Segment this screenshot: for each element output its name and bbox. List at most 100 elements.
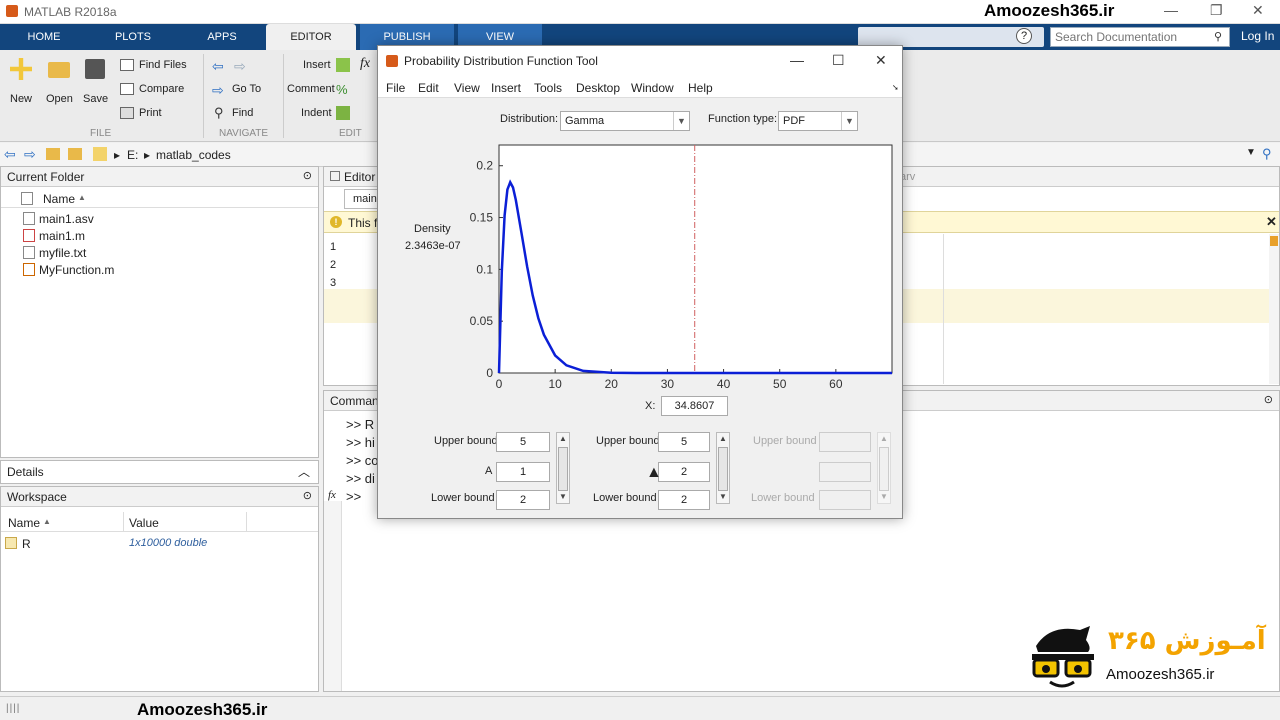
scroll-down-icon[interactable]: ▼: [717, 491, 729, 503]
slider-thumb[interactable]: [558, 447, 568, 491]
distribution-select[interactable]: Gamma ▼: [560, 111, 690, 131]
find-files-button[interactable]: Find Files: [139, 59, 187, 71]
open-button[interactable]: Open: [46, 93, 73, 105]
path-search-icon[interactable]: ⚲: [1262, 146, 1272, 162]
param2-lower-input[interactable]: 2: [658, 490, 710, 510]
close-info-icon[interactable]: ✕: [1266, 214, 1277, 230]
indent-icon[interactable]: [336, 106, 350, 120]
x-tick-label: 60: [829, 377, 843, 391]
menu-desktop[interactable]: Desktop: [576, 81, 620, 95]
insert-button[interactable]: Insert: [303, 59, 331, 71]
help-icon[interactable]: ?: [1016, 28, 1032, 44]
param1-upper-input[interactable]: 5: [496, 432, 550, 452]
insert-icon[interactable]: [336, 58, 350, 72]
close-icon[interactable]: ✕: [1252, 2, 1264, 19]
pdf-tool-dialog: Probability Distribution Function Tool —…: [377, 45, 903, 519]
tab-editor[interactable]: EDITOR: [266, 24, 356, 50]
x-value-field[interactable]: 34.8607: [661, 396, 728, 416]
column-name[interactable]: Name: [8, 516, 40, 530]
table-row[interactable]: R: [22, 537, 31, 551]
comment-button[interactable]: Comment: [287, 83, 335, 95]
warning-marker[interactable]: [1270, 236, 1278, 246]
fx-icon[interactable]: fx: [360, 56, 370, 72]
variable-value[interactable]: 1x10000 double: [129, 537, 207, 549]
percent-icon[interactable]: %: [336, 82, 348, 97]
back-icon[interactable]: ⇦: [4, 146, 16, 163]
slider-thumb[interactable]: [879, 447, 889, 491]
panel-menu-icon[interactable]: ⊙: [1264, 393, 1273, 406]
function-type-select[interactable]: PDF ▼: [778, 111, 858, 131]
scroll-down-icon[interactable]: ▼: [878, 491, 890, 503]
list-item[interactable]: main1.asv: [39, 212, 94, 226]
command-gutter: [324, 501, 342, 691]
menu-file[interactable]: File: [386, 81, 405, 95]
search-icon[interactable]: ⚲: [1214, 30, 1222, 43]
fx-icon[interactable]: fx: [328, 489, 336, 501]
dialog-close-icon[interactable]: ✕: [875, 52, 887, 69]
path-drive[interactable]: E:: [127, 148, 138, 162]
back-arrow-icon[interactable]: ⇦: [212, 58, 224, 75]
menu-help[interactable]: Help: [688, 81, 713, 95]
panel-menu-icon[interactable]: ⊙: [303, 489, 312, 502]
dialog-maximize-icon[interactable]: ☐: [832, 52, 845, 69]
editor-scrollbar[interactable]: [1269, 234, 1279, 384]
column-value[interactable]: Value: [129, 516, 159, 530]
details-title: Details: [7, 465, 44, 479]
scroll-down-icon[interactable]: ▼: [557, 491, 569, 503]
indent-button[interactable]: Indent: [301, 107, 332, 119]
new-icon[interactable]: [10, 58, 32, 80]
restore-icon[interactable]: ❐: [1210, 2, 1223, 19]
dock-arrow-icon[interactable]: ➘: [892, 83, 899, 92]
collapse-icon[interactable]: ︿: [298, 463, 310, 480]
minimize-icon[interactable]: —: [1164, 2, 1178, 18]
menu-insert[interactable]: Insert: [491, 81, 521, 95]
save-button[interactable]: Save: [83, 93, 108, 105]
dialog-titlebar[interactable]: Probability Distribution Function Tool —…: [378, 46, 902, 76]
panel-menu-icon[interactable]: ⊙: [303, 169, 312, 182]
param1-lower-input[interactable]: 2: [496, 490, 550, 510]
browse-folder-icon[interactable]: [68, 148, 82, 160]
scroll-up-icon[interactable]: ▲: [717, 433, 729, 445]
scroll-up-icon[interactable]: ▲: [557, 433, 569, 445]
menu-view[interactable]: View: [454, 81, 480, 95]
menu-window[interactable]: Window: [631, 81, 674, 95]
scroll-up-icon[interactable]: ▲: [878, 433, 890, 445]
up-folder-icon[interactable]: [46, 148, 60, 160]
param3-upper-input[interactable]: [819, 432, 871, 452]
path-folder[interactable]: matlab_codes: [156, 148, 231, 162]
find-button[interactable]: Find: [232, 107, 253, 119]
column-name[interactable]: Name: [43, 192, 75, 206]
open-folder-icon[interactable]: [48, 62, 70, 78]
param2-value-input[interactable]: 2: [658, 462, 710, 482]
forward-arrow-icon[interactable]: ⇨: [234, 58, 246, 75]
compare-button[interactable]: Compare: [139, 83, 184, 95]
list-item[interactable]: MyFunction.m: [39, 263, 114, 277]
param1-value-input[interactable]: 1: [496, 462, 550, 482]
param1-slider[interactable]: ▲ ▼: [556, 432, 570, 504]
tab-plots[interactable]: PLOTS: [88, 24, 178, 50]
path-dropdown-icon[interactable]: ▼: [1246, 147, 1256, 158]
tab-home[interactable]: HOME: [0, 24, 88, 50]
sign-in-link[interactable]: Log In: [1241, 29, 1274, 43]
print-button[interactable]: Print: [139, 107, 162, 119]
menu-tools[interactable]: Tools: [534, 81, 562, 95]
param2-upper-input[interactable]: 5: [658, 432, 710, 452]
section-file: FILE: [90, 128, 112, 139]
param3-lower-input[interactable]: [819, 490, 871, 510]
list-item[interactable]: main1.m: [39, 229, 85, 243]
slider-thumb[interactable]: [718, 447, 728, 491]
search-documentation-input[interactable]: [1050, 27, 1230, 47]
param3-value-input[interactable]: [819, 462, 871, 482]
list-item[interactable]: myfile.txt: [39, 246, 86, 260]
forward-icon[interactable]: ⇨: [24, 146, 36, 163]
param3-slider[interactable]: ▲ ▼: [877, 432, 891, 504]
save-disk-icon[interactable]: [85, 59, 105, 79]
new-button[interactable]: New: [10, 93, 32, 105]
param2-slider[interactable]: ▲ ▼: [716, 432, 730, 504]
command-prompt[interactable]: >>: [346, 489, 361, 504]
tab-apps[interactable]: APPS: [178, 24, 266, 50]
menu-edit[interactable]: Edit: [418, 81, 439, 95]
go-to-button[interactable]: Go To: [232, 83, 261, 95]
dialog-minimize-icon[interactable]: —: [790, 52, 804, 68]
pdf-chart[interactable]: 0 10 20 30 40 50 60 0 0.05 0.1 0.15 0.2: [458, 138, 898, 400]
